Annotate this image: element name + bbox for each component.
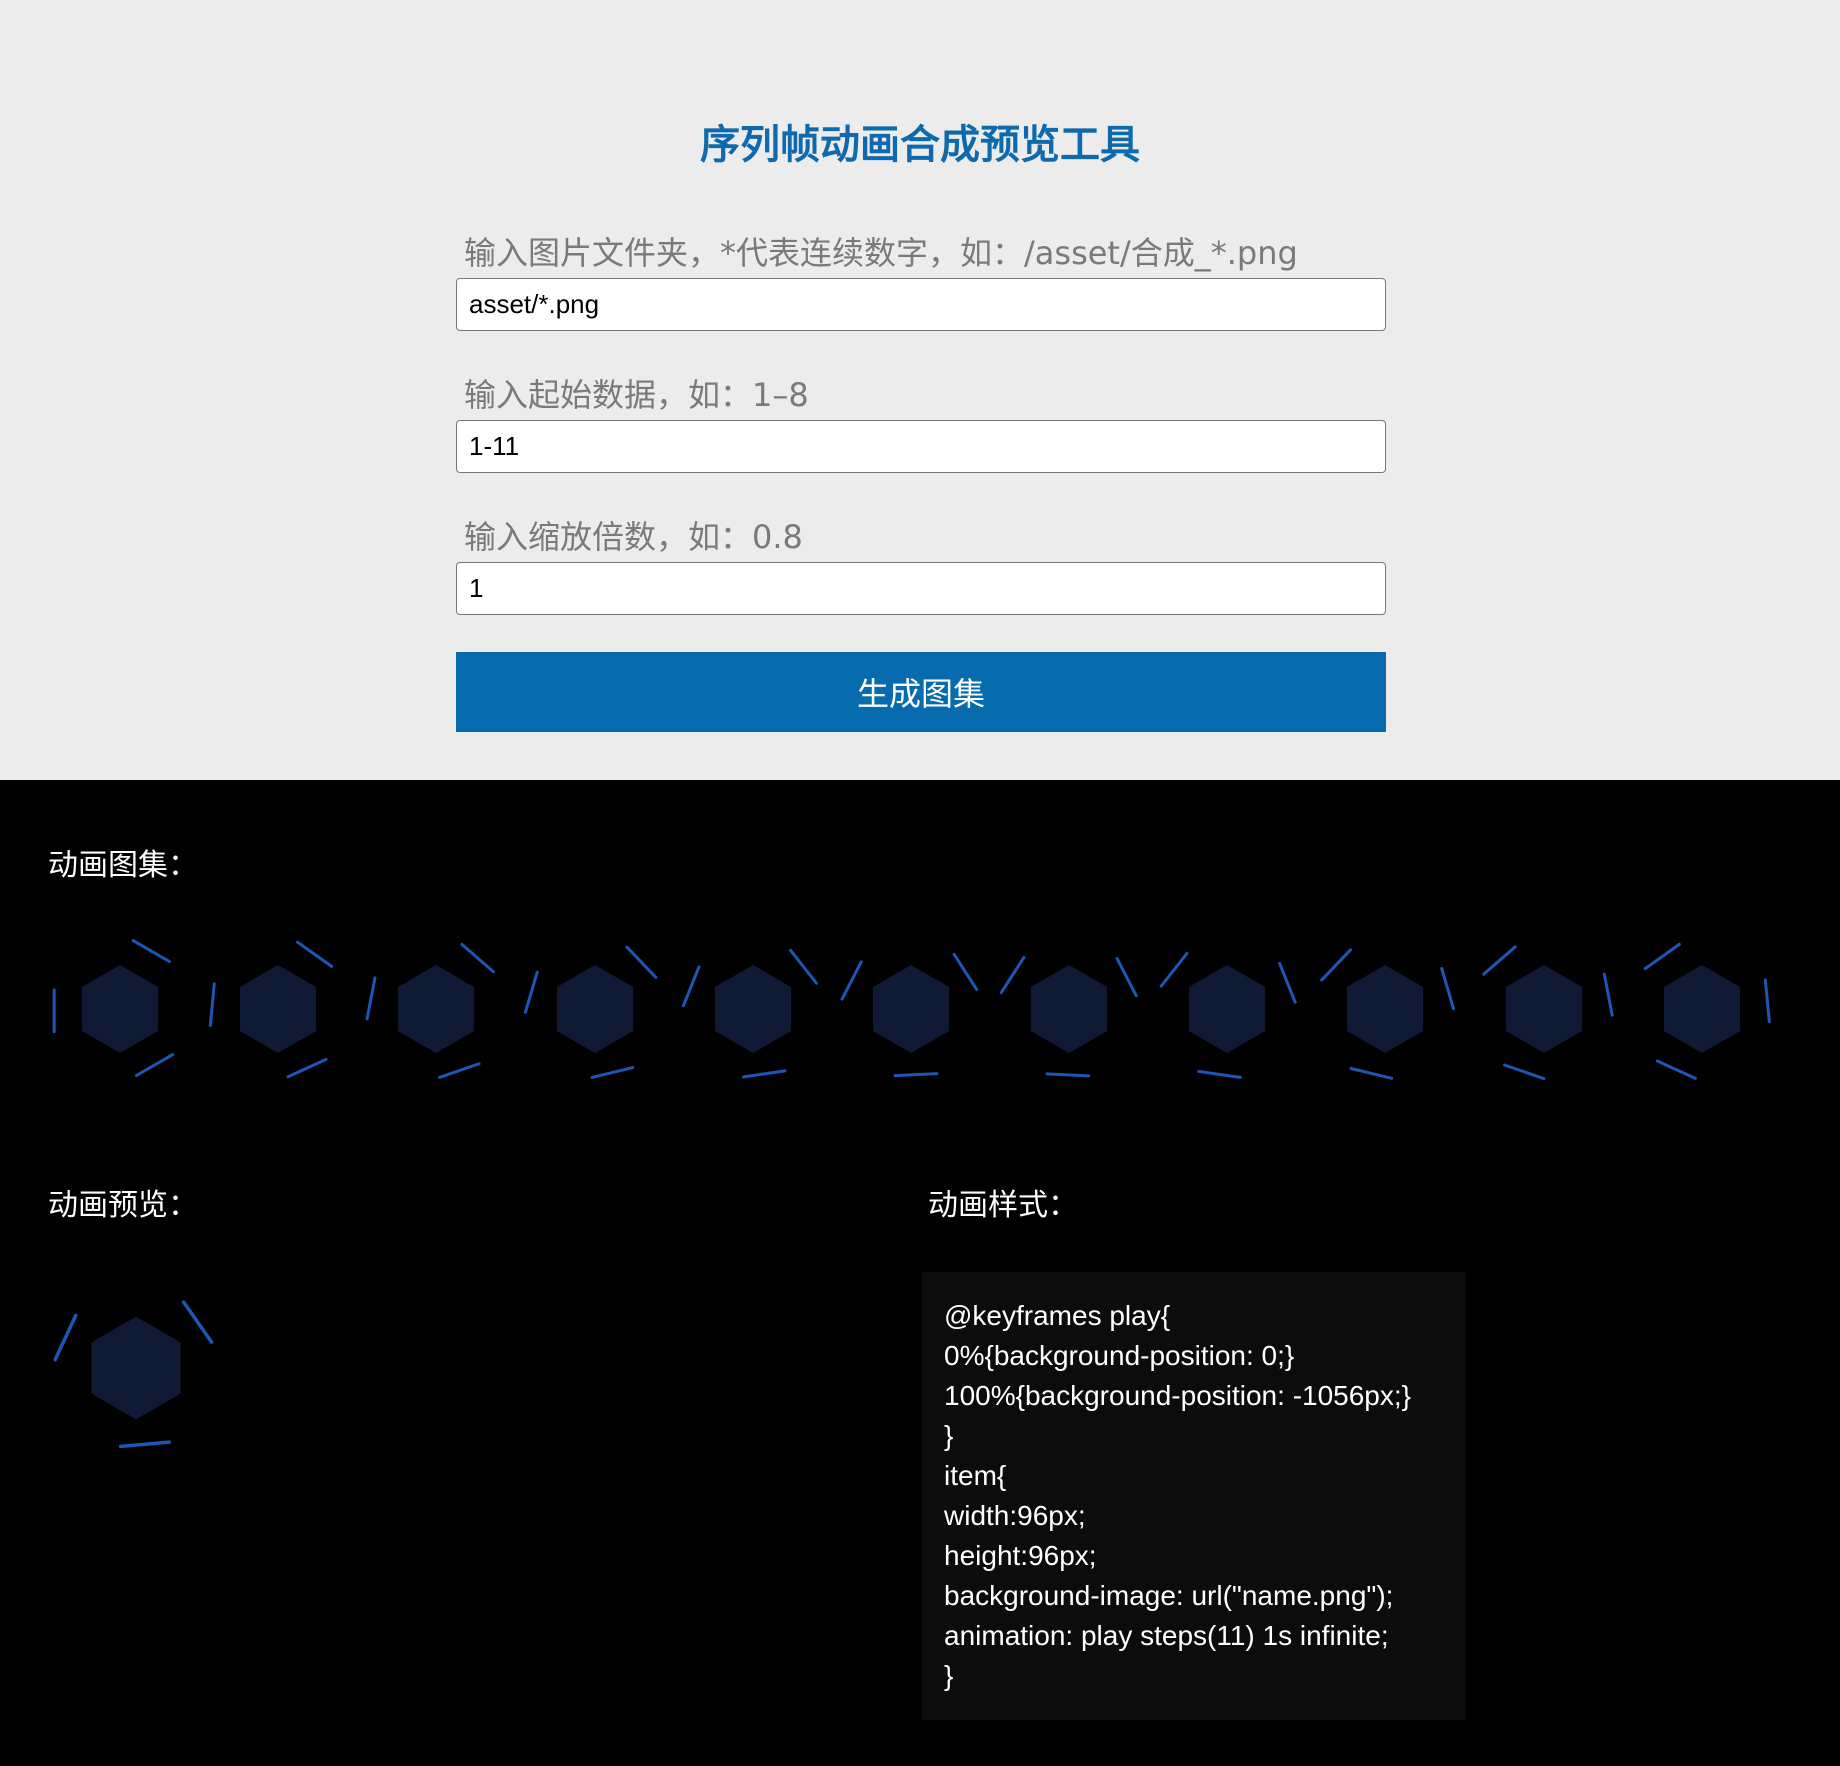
atlas-frame	[1155, 925, 1299, 1093]
hexagon-frame-icon	[681, 948, 818, 1079]
hexagon-frame-icon	[1159, 951, 1297, 1079]
generate-atlas-button[interactable]: 生成图集	[456, 652, 1386, 732]
hexagon-core	[872, 965, 950, 1053]
atlas-frame	[206, 925, 350, 1093]
code-line: 100%{background-position: -1056px;}	[944, 1380, 1412, 1411]
hexagon-core	[1030, 965, 1108, 1053]
hexagon-preview-icon	[53, 1300, 214, 1449]
code-line: item{	[944, 1460, 1007, 1491]
hexagon-frame-icon	[1643, 942, 1771, 1080]
atlas-frame	[1313, 925, 1457, 1093]
style-label: 动画样式：	[928, 1188, 1078, 1223]
scale-input[interactable]	[456, 562, 1386, 615]
hexagon-frame-icon	[840, 952, 979, 1078]
atlas-label: 动画图集：	[48, 848, 198, 883]
atlas-frame	[997, 925, 1141, 1093]
hexagon-frame-icon	[999, 955, 1138, 1078]
code-line: @keyframes play{	[944, 1300, 1171, 1331]
range-input[interactable]	[456, 420, 1386, 473]
hexagon-frame-icon	[208, 940, 334, 1079]
hexagon-core	[556, 965, 633, 1053]
hexagon-frame-icon	[365, 942, 496, 1079]
hexagon-frame-icon	[1320, 948, 1456, 1080]
atlas-frame	[48, 925, 192, 1093]
folder-label: 输入图片文件夹，*代表连续数字，如：/asset/合成_*.png	[464, 234, 1298, 272]
hexagon-frame-icon	[1481, 945, 1614, 1081]
code-line: width:96px;	[944, 1500, 1086, 1531]
code-line: 0%{background-position: 0;}	[944, 1340, 1295, 1371]
code-line: background-image: url("name.png");	[944, 1580, 1394, 1611]
sprite-atlas	[48, 925, 1788, 1093]
atlas-frame	[839, 925, 983, 1093]
preview-label: 动画预览：	[48, 1188, 198, 1223]
code-line: animation: play steps(11) 1s infinite;	[944, 1620, 1389, 1651]
hexagon-core	[240, 965, 317, 1053]
animation-preview	[50, 1270, 222, 1466]
atlas-frame	[1630, 925, 1774, 1093]
hexagon-core	[1347, 965, 1424, 1053]
page-title: 序列帧动画合成预览工具	[700, 122, 1140, 168]
scale-label: 输入缩放倍数，如：0.8	[464, 518, 803, 556]
hexagon-frame-icon	[52, 939, 175, 1077]
hexagon-frame-icon	[523, 945, 657, 1079]
code-line: }	[944, 1420, 954, 1451]
hexagon-core	[1663, 965, 1740, 1053]
hexagon-core	[81, 965, 159, 1053]
hexagon-core	[714, 965, 791, 1053]
code-line: height:96px;	[944, 1540, 1097, 1571]
config-panel: 序列帧动画合成预览工具 输入图片文件夹，*代表连续数字，如：/asset/合成_…	[0, 0, 1840, 780]
atlas-frame	[681, 925, 825, 1093]
css-code-block: @keyframes play{ 0%{background-position: …	[922, 1272, 1466, 1720]
hexagon-core	[398, 965, 475, 1053]
atlas-frame	[364, 925, 508, 1093]
folder-input[interactable]	[456, 278, 1386, 331]
code-line: }	[944, 1660, 954, 1691]
atlas-frame	[523, 925, 667, 1093]
range-label: 输入起始数据，如：1–8	[464, 376, 809, 414]
hexagon-core	[1189, 965, 1266, 1053]
atlas-frame	[1472, 925, 1616, 1093]
hexagon-core	[1505, 965, 1582, 1053]
hexagon-core	[91, 1316, 181, 1420]
